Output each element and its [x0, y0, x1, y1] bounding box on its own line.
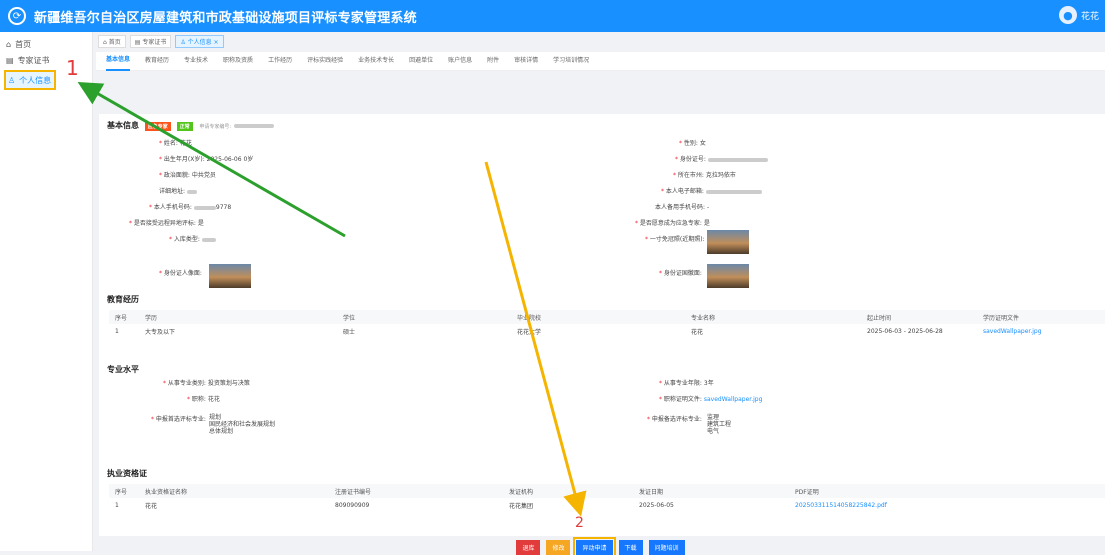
field-remote: * 是否接受远程异地评标: 是 — [129, 220, 204, 227]
status-badge-normal: 正常 — [176, 122, 193, 131]
user-icon: ♙ — [8, 75, 16, 85]
tag-certificate[interactable]: ▤ 专家证书 — [129, 34, 172, 48]
field-phone: * 本人手机号码: 9778 — [149, 204, 232, 211]
main-content: ⌂ 首页 ▤ 专家证书 ♙ 个人信息 × 基本信息 教育经历 专业技术 职称及资… — [96, 32, 1105, 555]
tag-home[interactable]: ⌂ 首页 — [98, 34, 126, 48]
annotation-step-1: 1 — [66, 56, 79, 80]
license-pdf-link[interactable]: 20250331151405822584​2.pdf — [789, 502, 1025, 509]
tab-basic-info[interactable]: 基本信息 — [106, 51, 131, 71]
sidebar-item-personal-info[interactable]: ♙ 个人信息 — [4, 70, 56, 90]
user-icon: ♙ — [180, 38, 188, 46]
field-name: * 姓名: 花花 — [159, 140, 192, 147]
section-title-license: 执业资格证 — [107, 469, 147, 478]
id-front-photo[interactable] — [209, 264, 251, 288]
license-card: 执业资格证 序号 执业资格证名称 注册证书编号 发证机构 发证日期 PDF证明 … — [99, 462, 1105, 536]
cert-file-link[interactable]: savedWallpaper.jpg — [704, 396, 763, 403]
field-id-back: * 身份证国徽面: — [659, 270, 702, 277]
professional-card: 专业水平 * 从事专业类别: 投资策划与决策 * 职称: 花花 * 申报首选评标… — [99, 358, 1105, 470]
tag-personal-info[interactable]: ♙ 个人信息 × — [175, 34, 224, 48]
table-row: 1 花花 809090909 花花集团 2025-06-05 202503311… — [109, 498, 1105, 512]
home-icon: ⌂ — [6, 39, 12, 49]
primary-specialty-list: 规划 国民经济和社会发展规划 总体规划 — [209, 414, 276, 435]
tab-training[interactable]: 学习培训情况 — [553, 52, 589, 70]
field-photo: * 一寸免冠照(近期照): — [645, 236, 705, 243]
table-row: 1 大专及以下 硕士 花花大学 花花 2025-06-03 - 2025-06-… — [109, 324, 1105, 338]
section-title-education: 教育经历 — [107, 295, 139, 304]
redacted-value — [233, 123, 274, 128]
field-email: * 本人电子邮箱: — [661, 186, 762, 195]
tab-review[interactable]: 审核详情 — [514, 52, 538, 70]
field-emergency: * 是否愿意成为应急专家: 是 — [635, 220, 710, 227]
change-request-button[interactable]: 异动申请 — [573, 537, 616, 555]
user-menu[interactable]: ● 花花 — [1058, 6, 1099, 24]
field-primary-specialty: * 申报首选评标专业: — [151, 416, 206, 423]
section-title-basic: 基本信息 应急专家 正常 申请专家编号: — [107, 120, 274, 131]
edit-button[interactable]: 修改 — [546, 540, 571, 555]
field-cert-file: * 职称证明文件: savedWallpaper.jpg — [659, 396, 763, 403]
tags-bar: ⌂ 首页 ▤ 专家证书 ♙ 个人信息 × — [96, 34, 1105, 48]
tab-expertise[interactable]: 业务技术专长 — [358, 52, 394, 70]
tab-account[interactable]: 账户信息 — [448, 52, 472, 70]
field-city: * 所在市州: 克拉玛依市 — [673, 172, 736, 179]
tab-education[interactable]: 教育经历 — [145, 52, 169, 70]
detail-tabs: 基本信息 教育经历 专业技术 职称及资质 工作经历 评标实践经验 业务技术专长 … — [96, 52, 1105, 71]
license-table: 序号 执业资格证名称 注册证书编号 发证机构 发证日期 PDF证明 1 花花 8… — [109, 484, 1105, 512]
table-header: 序号 学历 学位 毕业院校 专业名称 起止时间 学历证明文件 — [109, 310, 1105, 324]
apply-no-label: 申请专家编号: — [199, 124, 232, 130]
tab-attachments[interactable]: 附件 — [487, 52, 499, 70]
tab-technical[interactable]: 专业技术 — [184, 52, 208, 70]
status-badge-emergency: 应急专家 — [144, 122, 171, 131]
tab-avoid-units[interactable]: 回避单位 — [409, 52, 433, 70]
education-table: 序号 学历 学位 毕业院校 专业名称 起止时间 学历证明文件 1 大专及以下 硕… — [109, 310, 1105, 338]
secondary-specialty-list: 监理 建筑工程 电气 — [707, 414, 732, 435]
sidebar: ⌂ 首页 ▤ 专家证书 ♙ 个人信息 — [0, 32, 93, 551]
field-idno: * 身份证号: — [675, 154, 768, 163]
tab-evaluation-experience[interactable]: 评标实践经验 — [307, 52, 343, 70]
withdraw-button[interactable]: 退库 — [516, 540, 541, 555]
field-gender: * 性别: 女 — [679, 140, 706, 147]
field-id-front: * 身份证人像面: — [159, 270, 202, 277]
field-birth: * 出生年月(X岁): 2025-06-06 0岁 — [159, 156, 254, 163]
field-backup-phone: 本人备用手机号码: - — [655, 204, 710, 211]
tab-work-history[interactable]: 工作经历 — [268, 52, 292, 70]
training-button[interactable]: 问题培训 — [648, 540, 685, 555]
field-politics: * 政治面貌: 中共党员 — [159, 172, 216, 179]
download-button[interactable]: 下载 — [618, 540, 643, 555]
section-title-professional: 专业水平 — [107, 365, 139, 374]
certificate-icon: ▤ — [6, 55, 14, 65]
field-address: 详细地址: — [159, 186, 197, 195]
app-title: 新疆维吾尔自治区房屋建筑和市政基础设施项目评标专家管理系统 — [34, 10, 417, 26]
field-type: * 入库类型: — [169, 234, 216, 243]
sidebar-item-home[interactable]: ⌂ 首页 — [0, 36, 92, 52]
basic-info-card: 基本信息 应急专家 正常 申请专家编号: * 姓名: 花花 * 出生年月(X岁)… — [99, 114, 1105, 304]
education-card: 教育经历 序号 学历 学位 毕业院校 专业名称 起止时间 学历证明文件 1 大专… — [99, 288, 1105, 360]
field-profession: * 从事专业类别: 投资策划与决策 — [163, 380, 250, 387]
top-bar: ⟳ 新疆维吾尔自治区房屋建筑和市政基础设施项目评标专家管理系统 ● 花花 — [0, 0, 1105, 32]
table-header: 序号 执业资格证名称 注册证书编号 发证机构 发证日期 PDF证明 — [109, 484, 1105, 498]
field-title: * 职称: 花花 — [187, 396, 220, 403]
avatar-icon: ● — [1058, 6, 1077, 24]
tab-title-qualification[interactable]: 职称及资质 — [223, 52, 253, 70]
field-years: * 从事专业年限: 3年 — [659, 380, 714, 387]
action-bar: 退库 修改 异动申请 下载 问题培训 — [96, 537, 1105, 555]
app-logo-icon: ⟳ — [8, 7, 26, 25]
portrait-photo[interactable] — [707, 230, 749, 254]
education-file-link[interactable]: savedWallpaper.jpg — [977, 328, 1083, 335]
user-name: 花花 — [1080, 11, 1099, 22]
annotation-step-2: 2 — [575, 515, 584, 531]
id-back-photo[interactable] — [707, 264, 749, 288]
field-secondary-specialty: * 申报备选评标专业: — [647, 416, 702, 423]
